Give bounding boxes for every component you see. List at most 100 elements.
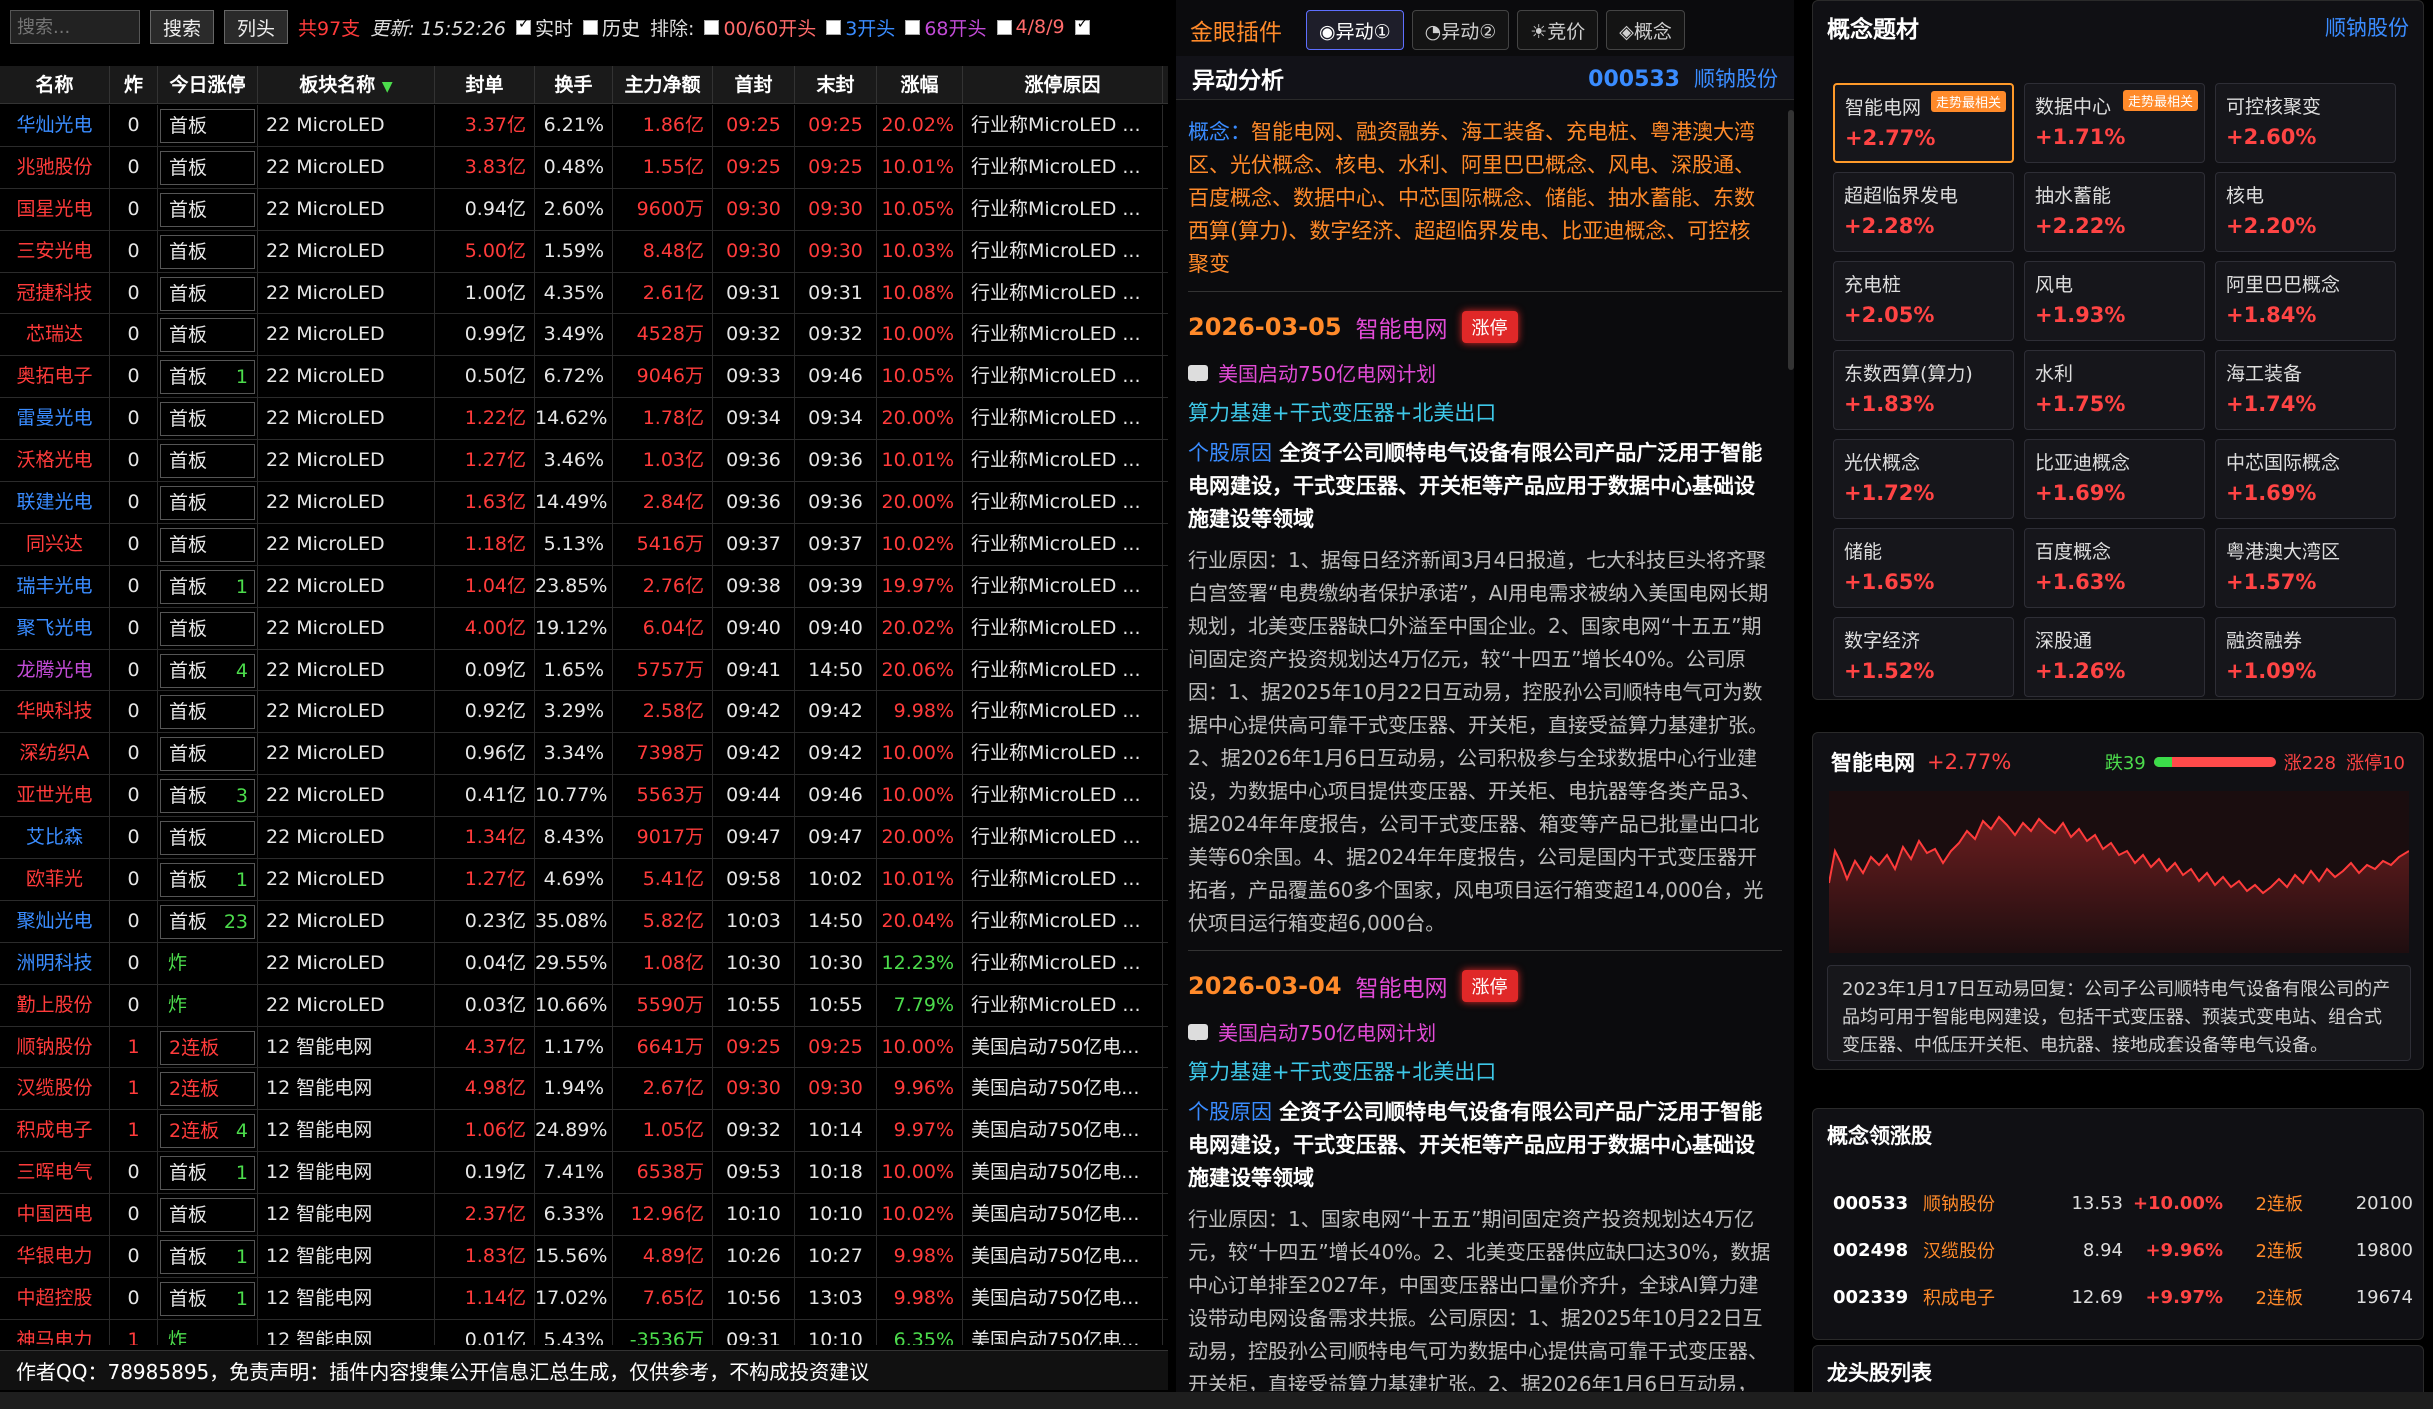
- search-input[interactable]: [10, 10, 140, 44]
- tab-auction[interactable]: ☀竞价: [1517, 10, 1599, 50]
- event-topic[interactable]: 智能电网: [1356, 969, 1448, 1003]
- table-row[interactable]: 奥拓电子 0 首板 1 22 MicroLED 0.50亿 6.72% 9046万 09:33 0…: [0, 356, 1168, 399]
- change-pct: 6.35%: [877, 1319, 963, 1345]
- net-flow: 5563万: [613, 775, 713, 818]
- concept-tile[interactable]: 核电 +2.20%: [2215, 172, 2396, 252]
- stock-identity[interactable]: 000533 顺钠股份: [1588, 63, 1778, 93]
- col-header-turnover[interactable]: 换手: [535, 66, 613, 104]
- concept-stock-link[interactable]: 顺钠股份: [2325, 12, 2409, 42]
- table-row[interactable]: 国星光电 0 首板 22 MicroLED 0.94亿 2.60% 9600万 09:30 09…: [0, 188, 1168, 231]
- col-header-sector[interactable]: 板块名称 ▼: [258, 66, 435, 104]
- leader-row[interactable]: 002339 积成电子 12.69 +9.97% 2连板 19674: [1833, 1277, 2413, 1317]
- table-row[interactable]: 三安光电 0 首板 22 MicroLED 5.00亿 1.59% 8.48亿 09:30 09…: [0, 230, 1168, 273]
- exclude-label: 排除:: [650, 17, 695, 40]
- col-header-zha[interactable]: 炸: [110, 66, 158, 104]
- history-checkbox[interactable]: 历史: [583, 14, 640, 41]
- concept-change: +2.60%: [2226, 125, 2317, 149]
- table-row[interactable]: 顺钠股份 1 2连板 12 智能电网 4.37亿 1.17% 6641万 09:25 09:25…: [0, 1026, 1168, 1069]
- concept-tile[interactable]: 超超临界发电 +2.28%: [1833, 172, 2014, 252]
- table-row[interactable]: 芯瑞达 0 首板 22 MicroLED 0.99亿 3.49% 4528万 09:32 09:…: [0, 314, 1168, 357]
- concept-tile[interactable]: 融资融券 +1.09%: [2215, 617, 2396, 697]
- table-row[interactable]: 瑞丰光电 0 首板 1 22 MicroLED 1.04亿 23.85% 2.76亿 09:38…: [0, 565, 1168, 608]
- table-row[interactable]: 华银电力 0 首板 1 12 智能电网 1.83亿 15.56% 4.89亿 10:26 10:2…: [0, 1236, 1168, 1278]
- limit-status-label: 炸: [168, 993, 188, 1016]
- filter-3[interactable]: 3开头: [826, 14, 895, 41]
- table-row[interactable]: 勤上股份 0 炸 22 MicroLED 0.03亿 10.66% 5590万 10:55 10…: [0, 984, 1168, 1027]
- concept-tile[interactable]: 比亚迪概念 +1.69%: [2024, 439, 2205, 519]
- leader-row[interactable]: 002498 汉缆股份 8.94 +9.96% 2连板 19800: [1833, 1230, 2413, 1270]
- filter-4-8-9[interactable]: 4/8/9: [996, 16, 1065, 38]
- table-row[interactable]: 三晖电气 0 首板 1 12 智能电网 0.19亿 7.41% 6538万 09:53 10:18…: [0, 1152, 1168, 1195]
- col-header-change[interactable]: 涨幅: [877, 66, 963, 104]
- concept-tile[interactable]: 风电 +1.93%: [2024, 261, 2205, 341]
- leader-row[interactable]: 000533 顺钠股份 13.53 +10.00% 2连板 20100: [1833, 1183, 2413, 1223]
- table-row[interactable]: 联建光电 0 首板 22 MicroLED 1.63亿 14.49% 2.84亿 09:36 0…: [0, 482, 1168, 524]
- today-limit-status: 2连板: [158, 1068, 258, 1111]
- horizontal-scrollbar[interactable]: [0, 1392, 2433, 1409]
- concept-tile[interactable]: 抽水蓄能 +2.22%: [2024, 172, 2205, 252]
- concept-tile[interactable]: 可控核聚变 +2.60%: [2215, 83, 2396, 163]
- table-row[interactable]: 聚飞光电 0 首板 22 MicroLED 4.00亿 19.12% 6.04亿 09:40 0…: [0, 607, 1168, 650]
- change-pct: 9.98%: [877, 1236, 963, 1278]
- concept-tile[interactable]: 充电桩 +2.05%: [1833, 261, 2014, 341]
- tab-anomaly-2[interactable]: ◔异动②: [1411, 10, 1510, 50]
- concept-tile[interactable]: 中芯国际概念 +1.69%: [2215, 439, 2396, 519]
- col-header-seal[interactable]: 封单: [435, 66, 535, 104]
- table-row[interactable]: 沃格光电 0 首板 22 MicroLED 1.27亿 3.46% 1.03亿 09:36 09…: [0, 440, 1168, 483]
- concept-tile[interactable]: 粤港澳大湾区 +1.57%: [2215, 528, 2396, 608]
- table-row[interactable]: 艾比森 0 首板 22 MicroLED 1.34亿 8.43% 9017万 09:47 09:…: [0, 817, 1168, 860]
- sector-name: 22 MicroLED: [258, 356, 435, 399]
- concept-tile[interactable]: 数据中心 +1.71% 走势最相关: [2024, 83, 2205, 163]
- concept-tile[interactable]: 水利 +1.75%: [2024, 350, 2205, 430]
- table-row[interactable]: 中超控股 0 首板 1 12 智能电网 1.14亿 17.02% 7.65亿 10:56 13:0…: [0, 1277, 1168, 1320]
- table-row[interactable]: 冠捷科技 0 首板 22 MicroLED 1.00亿 4.35% 2.61亿 09:31 09…: [0, 272, 1168, 315]
- table-row[interactable]: 神马电力 1 炸 12 智能电网 0.01亿 5.43% -3536万 09:31 10:10 6…: [0, 1319, 1168, 1345]
- table-row[interactable]: 华灿光电 0 首板 22 MicroLED 3.37亿 6.21% 1.86亿 09:25 09…: [0, 105, 1168, 147]
- limit-reason: 行业称MicroLED ...: [963, 649, 1163, 692]
- table-row[interactable]: 汉缆股份 1 2连板 12 智能电网 4.98亿 1.94% 2.67亿 09:30 09:30…: [0, 1068, 1168, 1111]
- col-header-reason[interactable]: 涨停原因: [963, 66, 1163, 104]
- concept-tile[interactable]: 储能 +1.65%: [1833, 528, 2014, 608]
- filter-68[interactable]: 68开头: [905, 14, 987, 41]
- turnover: 6.21%: [535, 105, 613, 147]
- concept-tile[interactable]: 智能电网 +2.77% 走势最相关: [1833, 83, 2014, 163]
- col-header-first-seal[interactable]: 首封: [713, 66, 795, 104]
- col-header-name[interactable]: 名称: [0, 66, 110, 104]
- concept-tile[interactable]: 东数西算(算力) +1.83%: [1833, 350, 2014, 430]
- concept-tile[interactable]: 深股通 +1.26%: [2024, 617, 2205, 697]
- table-row[interactable]: 中国西电 0 首板 12 智能电网 2.37亿 6.33% 12.96亿 10:10 10:10…: [0, 1194, 1168, 1237]
- col-header-today[interactable]: 今日涨停: [158, 66, 258, 104]
- first-seal-time: 10:10: [713, 1194, 795, 1237]
- col-header-net-flow[interactable]: 主力净额: [613, 66, 713, 104]
- tab-anomaly-1[interactable]: ◉异动①: [1306, 10, 1404, 50]
- concept-tile[interactable]: 光伏概念 +1.72%: [1833, 439, 2014, 519]
- concept-tile[interactable]: 阿里巴巴概念 +1.84%: [2215, 261, 2396, 341]
- col-header-last-seal[interactable]: 末封: [795, 66, 877, 104]
- filter-00-60[interactable]: 00/60开头: [704, 14, 816, 41]
- realtime-checkbox[interactable]: 实时: [516, 14, 573, 41]
- table-row[interactable]: 华映科技 0 首板 22 MicroLED 0.92亿 3.29% 2.58亿 09:42 09…: [0, 691, 1168, 734]
- table-row[interactable]: 亚世光电 0 首板 3 22 MicroLED 0.41亿 10.77% 5563万 09:44…: [0, 775, 1168, 818]
- event-topic[interactable]: 智能电网: [1356, 310, 1448, 344]
- tab-concept[interactable]: ◈概念: [1606, 10, 1685, 50]
- concept-tile[interactable]: 海工装备 +1.74%: [2215, 350, 2396, 430]
- news-headline[interactable]: 美国启动750亿电网计划: [1218, 1017, 1436, 1046]
- table-row[interactable]: 欧菲光 0 首板 1 22 MicroLED 1.27亿 4.69% 5.41亿 09:58 10…: [0, 859, 1168, 901]
- stock-name: 雷曼光电: [0, 398, 110, 441]
- table-row[interactable]: 龙腾光电 0 首板 4 22 MicroLED 0.09亿 1.65% 5757万 09:41 1…: [0, 649, 1168, 692]
- table-row[interactable]: 深纺织A 0 首板 22 MicroLED 0.96亿 3.34% 7398万 09:42 09…: [0, 733, 1168, 776]
- table-row[interactable]: 雷曼光电 0 首板 22 MicroLED 1.22亿 14.62% 1.78亿 09:34 0…: [0, 398, 1168, 441]
- today-limit-status: 首板: [158, 230, 258, 273]
- search-button[interactable]: 搜索: [150, 10, 215, 44]
- news-headline[interactable]: 美国启动750亿电网计划: [1218, 358, 1436, 387]
- table-row[interactable]: 同兴达 0 首板 22 MicroLED 1.18亿 5.13% 5416万 09:37 09:…: [0, 523, 1168, 566]
- table-row[interactable]: 洲明科技 0 炸 22 MicroLED 0.04亿 29.55% 1.08亿 10:30 10…: [0, 942, 1168, 985]
- table-row[interactable]: 聚灿光电 0 首板 23 22 MicroLED 0.23亿 35.08% 5.82亿 10:0…: [0, 900, 1168, 943]
- filter-extra[interactable]: [1074, 16, 1090, 35]
- column-header-button[interactable]: 列头: [224, 10, 289, 44]
- break-count: 0: [110, 356, 158, 399]
- table-row[interactable]: 兆驰股份 0 首板 22 MicroLED 3.83亿 0.48% 1.55亿 09:25 09…: [0, 146, 1168, 189]
- table-row[interactable]: 积成电子 1 2连板 4 12 智能电网 1.06亿 24.89% 1.05亿 09:32 10:…: [0, 1110, 1168, 1153]
- concept-tile[interactable]: 百度概念 +1.63%: [2024, 528, 2205, 608]
- concept-tile[interactable]: 数字经济 +1.52%: [1833, 617, 2014, 697]
